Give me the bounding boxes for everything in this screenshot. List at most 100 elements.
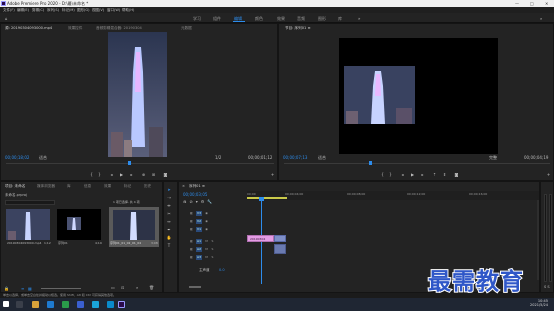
insert-icon[interactable]: ⊕ <box>141 172 146 177</box>
search-bin-icon[interactable]: ⌕ <box>136 285 138 290</box>
program-fit-select[interactable]: 适合 <box>318 155 326 161</box>
tab-sequence[interactable]: 序列01 ≡ <box>189 184 205 189</box>
toggle-output-icon[interactable]: ◉ <box>204 227 209 232</box>
solo-icon[interactable]: S <box>210 255 215 260</box>
tab-markers[interactable]: 标记 <box>124 184 131 189</box>
icon-view-icon[interactable]: ▦ <box>28 286 32 291</box>
track-label-a1[interactable]: A1 <box>196 239 202 244</box>
type-tool-icon[interactable]: T <box>166 243 172 249</box>
track-label-v2[interactable]: V2 <box>196 219 202 224</box>
toggle-output-icon[interactable]: ◉ <box>204 219 209 224</box>
toggle-sync-lock-icon[interactable]: ◧ <box>189 227 194 232</box>
track-label-a3[interactable]: A3 <box>196 255 202 260</box>
program-step-back-icon[interactable]: ◂ <box>400 172 405 177</box>
track-label-a2[interactable]: A2 <box>196 247 202 252</box>
lift-icon[interactable]: ⇡ <box>432 172 437 177</box>
play-icon[interactable]: ▶ <box>119 172 124 177</box>
workspace-effects[interactable]: 效果 <box>277 16 285 22</box>
program-play-icon[interactable]: ▶ <box>410 172 415 177</box>
toggle-sync-lock-icon[interactable]: ◧ <box>189 239 194 244</box>
tab-libraries[interactable]: 库 <box>67 184 71 189</box>
lock-icon[interactable]: 🔒 <box>4 286 9 291</box>
workspace-color[interactable]: 颜色 <box>255 16 263 22</box>
project-search-input[interactable] <box>5 200 55 205</box>
program-export-frame-icon[interactable]: ◙ <box>454 172 459 177</box>
source-resolution-select[interactable]: 1/2 <box>215 155 221 160</box>
tab-metadata[interactable]: 元数据 <box>181 26 192 31</box>
windows-start-icon[interactable] <box>3 301 9 307</box>
program-mark-out-icon[interactable]: } <box>388 172 393 177</box>
program-step-forward-icon[interactable]: ▸ <box>420 172 425 177</box>
file-explorer-icon[interactable] <box>32 301 39 308</box>
work-area-bar[interactable] <box>247 197 287 199</box>
mark-in-icon[interactable]: { <box>89 172 94 177</box>
list-view-icon[interactable]: ≡ <box>21 286 25 291</box>
toggle-sync-lock-icon[interactable]: ◧ <box>189 247 194 252</box>
nested-sequence-clip[interactable] <box>274 235 286 242</box>
tab-history[interactable]: 历史 <box>144 184 151 189</box>
close-tab-icon[interactable]: × <box>182 184 185 188</box>
ripple-edit-tool-icon[interactable]: ⇹ <box>166 203 172 209</box>
hand-tool-icon[interactable]: ✋ <box>166 235 172 241</box>
track-label-v3[interactable]: V3 <box>196 211 202 216</box>
new-item-icon[interactable]: ⊡ <box>121 285 124 290</box>
program-playhead[interactable] <box>369 161 372 165</box>
new-bin-icon[interactable]: ▭ <box>111 285 115 290</box>
toggle-sync-lock-icon[interactable]: ◧ <box>189 211 194 216</box>
edge-browser-icon[interactable] <box>47 301 54 308</box>
mute-icon[interactable]: M <box>204 247 209 252</box>
chrome-icon[interactable] <box>62 301 69 308</box>
solo-icon[interactable]: S <box>210 247 215 252</box>
workspace-libraries[interactable]: 库 <box>338 16 342 22</box>
solo-icon[interactable]: S <box>210 239 215 244</box>
step-back-icon[interactable]: ◂ <box>109 172 114 177</box>
track-select-tool-icon[interactable]: ⇢ <box>166 195 172 201</box>
tab-audio-clip-mixer[interactable]: 音频剪辑混合器: 20190304 <box>96 26 142 31</box>
vertical-scrollbar[interactable] <box>537 200 539 280</box>
extract-icon[interactable]: ⇞ <box>442 172 447 177</box>
tab-media-browser[interactable]: 媒体浏览器 <box>37 184 55 189</box>
program-mark-in-icon[interactable]: { <box>380 172 385 177</box>
toggle-output-icon[interactable]: ◉ <box>204 211 209 216</box>
project-item-thumb[interactable] <box>57 209 101 240</box>
wrench-icon[interactable]: 🔧 <box>207 199 215 204</box>
export-frame-icon[interactable]: ◙ <box>163 172 168 177</box>
word-icon[interactable] <box>77 301 84 308</box>
app-icon[interactable] <box>107 301 114 308</box>
more-workspaces-icon[interactable]: » <box>358 16 360 21</box>
mute-icon[interactable]: M <box>204 255 209 260</box>
step-forward-icon[interactable]: ▸ <box>129 172 134 177</box>
workspace-learn[interactable]: 学习 <box>193 16 201 22</box>
premiere-taskbar-icon[interactable] <box>118 301 125 308</box>
master-volume-value[interactable]: 0.0 <box>219 268 225 272</box>
slip-tool-icon[interactable]: ↔ <box>166 219 172 225</box>
overwrite-icon[interactable]: ⊞ <box>151 172 156 177</box>
mark-out-icon[interactable]: } <box>97 172 102 177</box>
maximize-button[interactable]: □ <box>530 1 534 6</box>
qq-icon[interactable] <box>92 301 99 308</box>
zoom-slider[interactable] <box>41 288 81 289</box>
workspace-assembly[interactable]: 组件 <box>213 16 221 22</box>
toggle-sync-lock-icon[interactable]: ◧ <box>189 255 194 260</box>
timeline-timecode[interactable]: 00;00;03;05 <box>183 192 207 197</box>
close-button[interactable]: ✕ <box>545 1 548 6</box>
minimize-button[interactable]: — <box>515 1 519 6</box>
tab-effects[interactable]: 效果 <box>104 184 111 189</box>
source-scrubber-track[interactable] <box>6 163 274 164</box>
tab-info[interactable]: 信息 <box>84 184 91 189</box>
solo-meter-icon[interactable]: S S <box>544 285 550 289</box>
program-scrubber-track[interactable] <box>284 163 550 164</box>
workspace-audio[interactable]: 音频 <box>297 16 305 22</box>
playhead-handle[interactable] <box>259 197 264 201</box>
system-clock[interactable]: 10:45 2021/5/24 <box>500 299 548 307</box>
home-icon[interactable]: ⌂ <box>5 16 8 21</box>
program-resolution-select[interactable]: 完整 <box>489 155 497 161</box>
search-icon[interactable] <box>16 301 23 308</box>
horizontal-scrollbar[interactable] <box>189 286 201 288</box>
tab-program[interactable]: 节目: 序列01 ≡ <box>285 26 310 31</box>
mute-icon[interactable]: M <box>204 239 209 244</box>
source-add-button-icon[interactable]: + <box>270 172 275 177</box>
search-icon[interactable]: ⌕ <box>540 16 542 21</box>
source-fit-select[interactable]: 适合 <box>39 155 47 161</box>
pen-tool-icon[interactable]: ✒ <box>166 227 172 233</box>
